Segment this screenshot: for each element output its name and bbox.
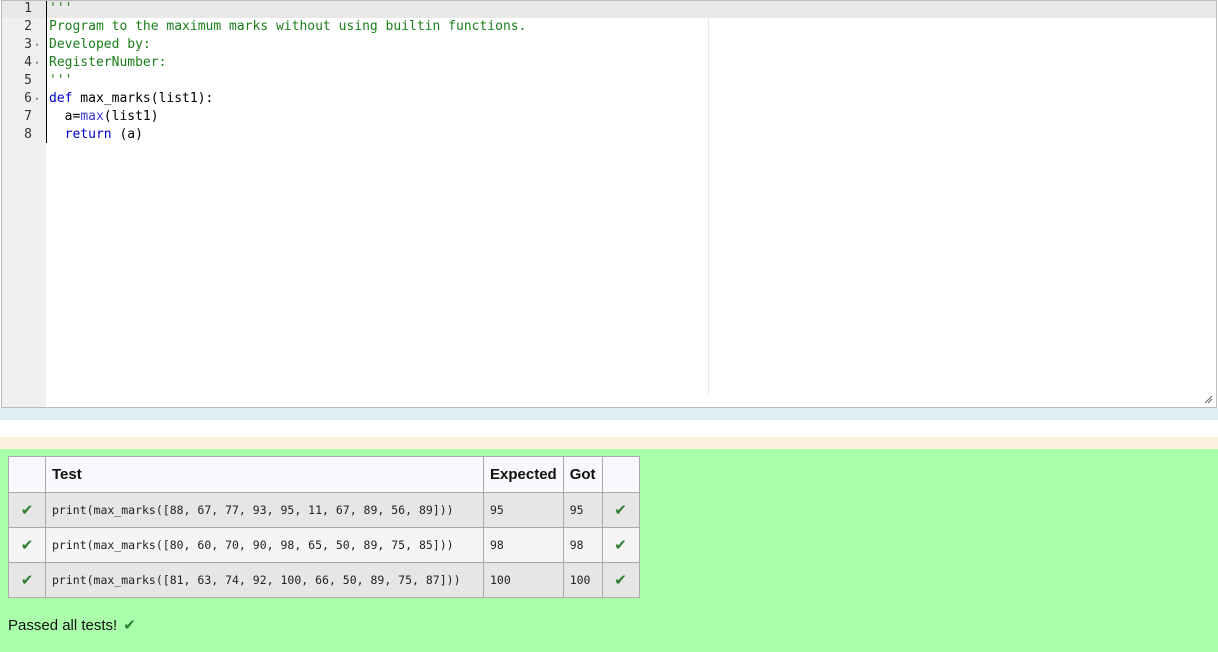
editor-status-bar (0, 408, 1218, 420)
resize-handle-icon[interactable] (1203, 394, 1213, 404)
code-line[interactable]: 8 return (a) (2, 126, 702, 144)
code-token: ''' (49, 1, 73, 16)
code-text: RegisterNumber: (49, 54, 166, 72)
code-token: (a) (111, 127, 143, 142)
code-line[interactable]: 1 ''' (2, 1, 702, 18)
code-token: max (80, 109, 104, 124)
check-icon: ✔ (614, 571, 627, 589)
header-got: Got (562, 456, 603, 493)
line-number: 6 (24, 91, 32, 106)
check-icon: ✔ (123, 616, 136, 634)
test-cell: print(max_marks([81, 63, 74, 92, 100, 66… (45, 562, 484, 598)
code-line[interactable]: 6 ▾ def max_marks(list1): (2, 90, 702, 108)
test-cell: print(max_marks([88, 67, 77, 93, 95, 11,… (45, 492, 484, 528)
table-row: ✔ print(max_marks([80, 60, 70, 90, 98, 6… (8, 527, 640, 563)
result-cell: ✔ (601, 527, 640, 563)
line-number: 2 (24, 19, 32, 34)
line-number: 4 (24, 55, 32, 70)
fold-arrow-icon[interactable]: ▾ (35, 54, 39, 72)
check-icon: ✔ (20, 536, 34, 554)
expected-cell: 98 (483, 527, 564, 563)
code-text: ''' (49, 72, 72, 90)
code-token: (list1) (103, 109, 159, 124)
code-line[interactable]: 4 ▾ RegisterNumber: (2, 54, 702, 72)
header-status (8, 456, 46, 493)
code-editor[interactable]: 1 ''' 2 Program to the maximum marks withou… (1, 0, 1217, 408)
got-cell: 98 (562, 527, 603, 563)
gutter-footer (2, 394, 46, 407)
code-text: ''' (49, 1, 73, 18)
code-text: Program to the maximum marks without usi… (49, 18, 526, 36)
code-token: return (64, 127, 112, 142)
code-token: Developed by: (49, 37, 151, 52)
result-cell: ✔ (601, 492, 640, 528)
code-line[interactable]: 3 ▾ Developed by: (2, 36, 702, 54)
text-cursor (46, 1, 47, 143)
line-number: 7 (24, 109, 32, 124)
code-token: max_marks(list1): (72, 91, 214, 106)
fold-arrow-icon[interactable]: ▾ (35, 36, 39, 54)
test-results-panel: Test Expected Got ✔ print(max_marks([88,… (0, 449, 1218, 652)
test-cell: print(max_marks([80, 60, 70, 90, 98, 65,… (45, 527, 484, 563)
line-number: 5 (24, 73, 32, 88)
check-icon: ✔ (614, 536, 627, 554)
code-text: Developed by: (49, 36, 151, 54)
test-results-table: Test Expected Got ✔ print(max_marks([88,… (8, 456, 640, 598)
check-icon: ✔ (20, 571, 34, 589)
header-expected: Expected (483, 456, 564, 493)
fold-arrow-icon[interactable]: ▾ (35, 90, 39, 108)
expected-cell: 95 (483, 492, 564, 528)
code-text: def max_marks(list1): (49, 90, 213, 108)
status-cell: ✔ (8, 492, 46, 528)
code-text: return (a) (49, 126, 143, 144)
code-token: a= (49, 109, 81, 124)
header-test: Test (45, 456, 484, 493)
status-cell: ✔ (8, 527, 46, 563)
result-cell: ✔ (601, 562, 640, 598)
got-cell: 100 (562, 562, 603, 598)
expected-cell: 100 (483, 562, 564, 598)
line-number: 1 (24, 1, 32, 16)
check-icon: ✔ (614, 501, 627, 519)
code-line[interactable]: 7 a=max(list1) (2, 108, 702, 126)
separator-bar (0, 437, 1218, 449)
status-cell: ✔ (8, 562, 46, 598)
passed-text: Passed all tests! (8, 617, 118, 634)
line-number: 3 (24, 37, 32, 52)
code-token: RegisterNumber: (49, 55, 167, 70)
table-row: ✔ print(max_marks([81, 63, 74, 92, 100, … (8, 562, 640, 598)
code-line[interactable]: 2 Program to the maximum marks without us… (2, 18, 702, 36)
line-number: 8 (24, 127, 32, 142)
table-row: ✔ print(max_marks([88, 67, 77, 93, 95, 1… (8, 492, 640, 528)
check-icon: ✔ (20, 501, 34, 519)
code-token: Program to the maximum marks without usi… (49, 19, 527, 34)
code-line[interactable]: 5 ''' (2, 72, 702, 90)
header-result (601, 456, 640, 493)
code-token: ''' (49, 73, 73, 88)
print-margin (708, 1, 709, 394)
code-text: a=max(list1) (49, 108, 159, 126)
table-header-row: Test Expected Got (8, 456, 640, 493)
code-token: def (49, 91, 73, 106)
got-cell: 95 (562, 492, 603, 528)
passed-message: Passed all tests! ✔ (8, 616, 136, 634)
